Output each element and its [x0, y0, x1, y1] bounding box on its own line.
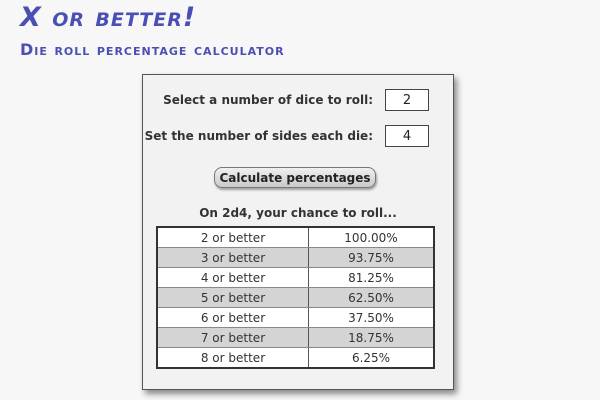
- table-row: 4 or better 81.25%: [156, 267, 435, 288]
- sides-input[interactable]: [385, 125, 429, 147]
- row-percent: 18.75%: [308, 327, 435, 348]
- table-row: 7 or better 18.75%: [156, 327, 435, 348]
- row-percent: 6.25%: [308, 347, 435, 369]
- results-heading: On 2d4, your chance to roll...: [199, 206, 397, 220]
- table-row: 6 or better 37.50%: [156, 307, 435, 328]
- row-percent: 93.75%: [308, 247, 435, 268]
- page-title: X or better!: [20, 2, 197, 33]
- row-label: 8 or better: [156, 347, 309, 369]
- dice-count-input[interactable]: [385, 89, 429, 111]
- results-table: 2 or better 100.00% 3 or better 93.75% 4…: [156, 226, 435, 369]
- table-row: 5 or better 62.50%: [156, 287, 435, 308]
- dice-count-row: Select a number of dice to roll:: [143, 89, 453, 113]
- calculator-panel: Select a number of dice to roll: Set the…: [142, 74, 454, 390]
- row-percent: 37.50%: [308, 307, 435, 328]
- table-row: 3 or better 93.75%: [156, 247, 435, 268]
- table-row: 8 or better 6.25%: [156, 347, 435, 369]
- row-percent: 81.25%: [308, 267, 435, 288]
- sides-row: Set the number of sides each die:: [143, 125, 453, 149]
- dice-count-label: Select a number of dice to roll:: [163, 93, 373, 107]
- row-label: 2 or better: [156, 226, 309, 248]
- row-label: 6 or better: [156, 307, 309, 328]
- sides-label: Set the number of sides each die:: [144, 129, 373, 143]
- row-label: 7 or better: [156, 327, 309, 348]
- page-subtitle: Die roll percentage calculator: [20, 40, 285, 59]
- row-percent: 62.50%: [308, 287, 435, 308]
- calculate-button[interactable]: Calculate percentages: [214, 167, 376, 188]
- page: X or better! Die roll percentage calcula…: [0, 0, 600, 400]
- row-label: 3 or better: [156, 247, 309, 268]
- row-label: 4 or better: [156, 267, 309, 288]
- row-percent: 100.00%: [308, 226, 435, 248]
- table-row: 2 or better 100.00%: [156, 226, 435, 248]
- row-label: 5 or better: [156, 287, 309, 308]
